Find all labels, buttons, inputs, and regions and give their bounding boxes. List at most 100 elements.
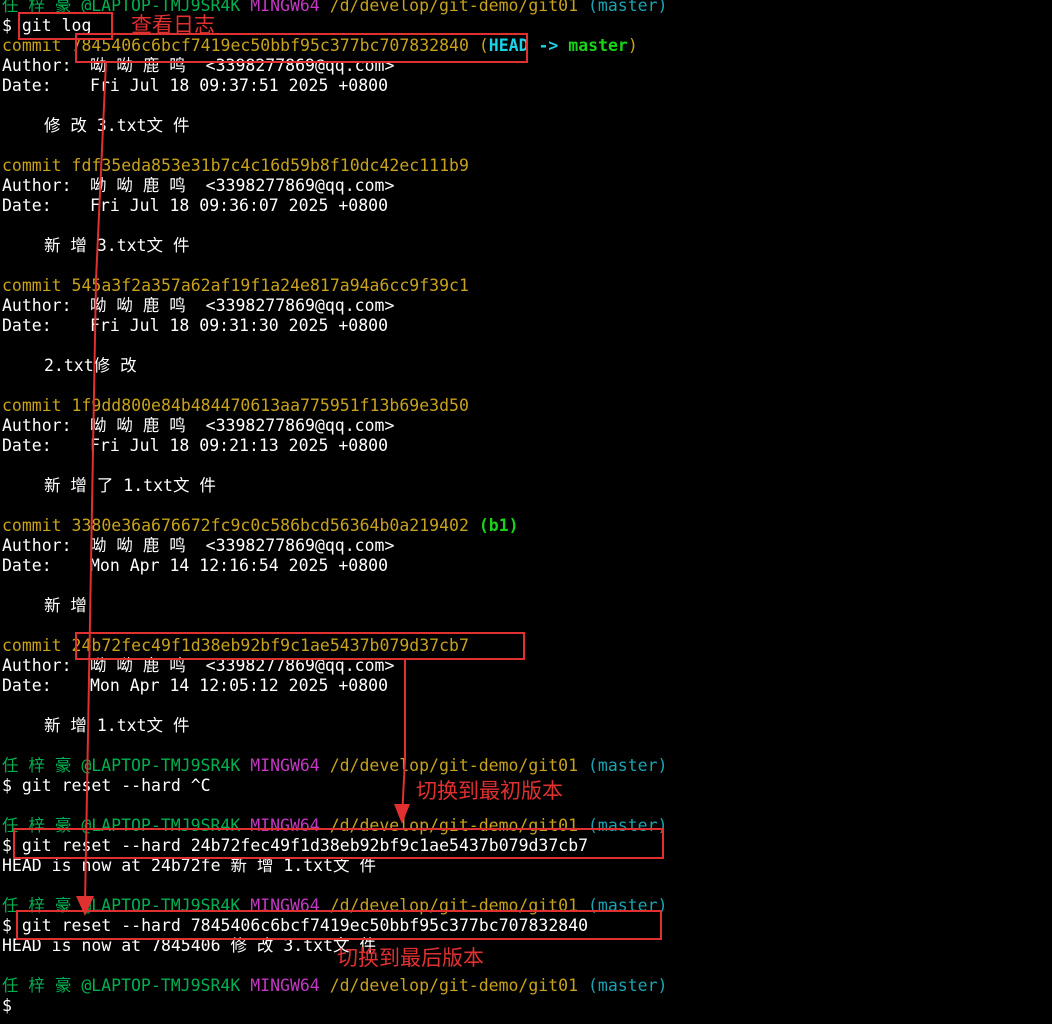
prompt-symbol: $	[2, 836, 12, 855]
date-value: Fri Jul 18 09:31:30 2025 +0800	[90, 316, 389, 335]
commit-line: commit 3380e36a676672fc9c0c586bcd56364b0…	[2, 516, 1052, 536]
date-line: Date: Fri Jul 18 09:31:30 2025 +0800	[2, 316, 1052, 336]
commit-label: commit	[2, 396, 62, 415]
prompt-host: @LAPTOP-TMJ9SR4K	[81, 896, 241, 915]
commit-hash: 7845406c6bcf7419ec50bbf95c377bc707832840	[71, 36, 469, 55]
author-label: Author:	[2, 536, 72, 555]
prompt-symbol: $	[2, 996, 12, 1015]
author-value: 呦 呦 鹿 鸣 <3398277869@qq.com>	[90, 176, 395, 195]
date-label: Date:	[2, 76, 52, 95]
commit-hash: 1f9dd800e84b484470613aa775951f13b69e3d50	[71, 396, 469, 415]
ref-branch-b1: (b1)	[478, 516, 519, 535]
author-label: Author:	[2, 176, 72, 195]
output-line: HEAD is now at 7845406 修 改 3.txt文 件	[2, 936, 376, 955]
author-label: Author:	[2, 296, 72, 315]
command-reset-cancelled: git reset --hard ^C	[21, 776, 211, 795]
terminal-window[interactable]: 任 梓 豪 @LAPTOP-TMJ9SR4K MINGW64 /d/develo…	[2, 0, 1052, 1016]
date-value: Fri Jul 18 09:21:13 2025 +0800	[90, 436, 389, 455]
author-line: Author: 呦 呦 鹿 鸣 <3398277869@qq.com>	[2, 56, 1052, 76]
prompt-path: /d/develop/git-demo/git01	[329, 816, 579, 835]
date-line: Date: Fri Jul 18 09:21:13 2025 +0800	[2, 436, 1052, 456]
commit-label: commit	[2, 636, 62, 655]
commit-line: commit 545a3f2a357a62af19f1a24e817a94a6c…	[2, 276, 1052, 296]
prompt-symbol: $	[2, 916, 12, 935]
prompt-line: 任 梓 豪 @LAPTOP-TMJ9SR4K MINGW64 /d/develo…	[2, 896, 1052, 916]
prompt-branch: (master)	[587, 816, 668, 835]
commit-line: commit 24b72fec49f1d38eb92bf9c1ae5437b07…	[2, 636, 1052, 656]
prompt-shell: MINGW64	[250, 816, 320, 835]
date-line: Date: Mon Apr 14 12:05:12 2025 +0800	[2, 676, 1052, 696]
ref-close: )	[627, 36, 638, 55]
commit-hash: fdf35eda853e31b7c4c16d59b8f10dc42ec111b9	[71, 156, 469, 175]
commit-message: 新 增 1.txt文 件	[44, 716, 190, 735]
date-line: Date: Fri Jul 18 09:36:07 2025 +0800	[2, 196, 1052, 216]
commit-message: 2.txt修 改	[44, 356, 137, 375]
author-label: Author:	[2, 416, 72, 435]
prompt-shell: MINGW64	[250, 0, 320, 15]
ref-branch: master	[568, 36, 628, 55]
prompt-line: 任 梓 豪 @LAPTOP-TMJ9SR4K MINGW64 /d/develo…	[2, 976, 1052, 996]
author-value: 呦 呦 鹿 鸣 <3398277869@qq.com>	[90, 56, 395, 75]
author-label: Author:	[2, 56, 72, 75]
prompt-symbol: $	[2, 16, 12, 35]
date-value: Fri Jul 18 09:37:51 2025 +0800	[90, 76, 389, 95]
command-line[interactable]: $	[2, 996, 1052, 1016]
commit-message: 修 改 3.txt文 件	[44, 116, 190, 135]
ref-head: HEAD ->	[488, 36, 559, 55]
commit-label: commit	[2, 516, 62, 535]
prompt-host: @LAPTOP-TMJ9SR4K	[81, 816, 241, 835]
output-line: HEAD is now at 24b72fe 新 增 1.txt文 件	[2, 856, 376, 875]
command-git-log: git log	[21, 16, 92, 35]
prompt-line: 任 梓 豪 @LAPTOP-TMJ9SR4K MINGW64 /d/develo…	[2, 0, 1052, 16]
prompt-user: 任 梓 豪	[2, 0, 72, 15]
commit-line: commit 7845406c6bcf7419ec50bbf95c377bc70…	[2, 36, 1052, 56]
date-label: Date:	[2, 436, 52, 455]
prompt-user: 任 梓 豪	[2, 896, 72, 915]
prompt-branch: (master)	[587, 756, 668, 775]
prompt-user: 任 梓 豪	[2, 816, 72, 835]
author-line: Author: 呦 呦 鹿 鸣 <3398277869@qq.com>	[2, 416, 1052, 436]
prompt-host: @LAPTOP-TMJ9SR4K	[81, 976, 241, 995]
commit-hash: 545a3f2a357a62af19f1a24e817a94a6cc9f39c1	[71, 276, 469, 295]
author-value: 呦 呦 鹿 鸣 <3398277869@qq.com>	[90, 656, 395, 675]
date-label: Date:	[2, 556, 52, 575]
commit-label: commit	[2, 36, 62, 55]
commit-line: commit 1f9dd800e84b484470613aa775951f13b…	[2, 396, 1052, 416]
date-label: Date:	[2, 676, 52, 695]
prompt-host: @LAPTOP-TMJ9SR4K	[81, 756, 241, 775]
prompt-shell: MINGW64	[250, 896, 320, 915]
author-value: 呦 呦 鹿 鸣 <3398277869@qq.com>	[90, 416, 395, 435]
prompt-shell: MINGW64	[250, 756, 320, 775]
prompt-shell: MINGW64	[250, 976, 320, 995]
prompt-path: /d/develop/git-demo/git01	[329, 0, 579, 15]
date-line: Date: Mon Apr 14 12:16:54 2025 +0800	[2, 556, 1052, 576]
prompt-user: 任 梓 豪	[2, 976, 72, 995]
author-line: Author: 呦 呦 鹿 鸣 <3398277869@qq.com>	[2, 656, 1052, 676]
prompt-line: 任 梓 豪 @LAPTOP-TMJ9SR4K MINGW64 /d/develo…	[2, 756, 1052, 776]
commit-message: 新 增	[44, 596, 87, 615]
date-line: Date: Fri Jul 18 09:37:51 2025 +0800	[2, 76, 1052, 96]
commit-hash: 24b72fec49f1d38eb92bf9c1ae5437b079d37cb7	[71, 636, 469, 655]
commit-label: commit	[2, 156, 62, 175]
date-label: Date:	[2, 196, 52, 215]
command-line: $ git log	[2, 16, 1052, 36]
commit-message: 新 增 3.txt文 件	[44, 236, 190, 255]
author-value: 呦 呦 鹿 鸣 <3398277869@qq.com>	[90, 536, 395, 555]
prompt-path: /d/develop/git-demo/git01	[329, 976, 579, 995]
date-label: Date:	[2, 316, 52, 335]
prompt-host: @LAPTOP-TMJ9SR4K	[81, 0, 241, 15]
ref-open: (	[478, 36, 489, 55]
